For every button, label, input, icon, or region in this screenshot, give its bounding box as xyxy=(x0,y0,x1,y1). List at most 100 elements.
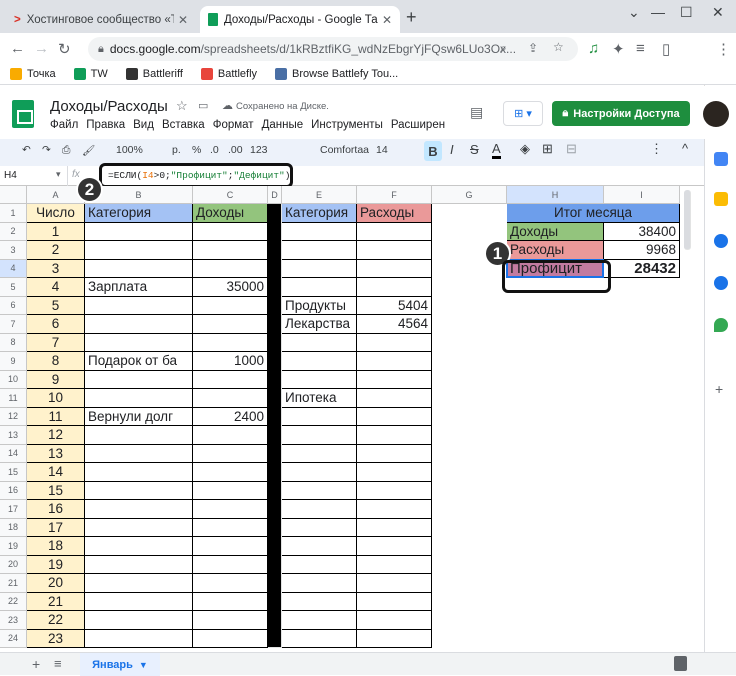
expense-amount-cell[interactable] xyxy=(357,592,432,611)
explore-icon[interactable] xyxy=(674,656,687,671)
vertical-scrollbar[interactable] xyxy=(684,190,691,250)
income-amount-cell[interactable] xyxy=(193,611,268,630)
income-amount-cell[interactable] xyxy=(193,315,268,334)
expense-category-cell[interactable] xyxy=(282,222,357,241)
close-tab-icon[interactable]: ✕ xyxy=(382,13,392,27)
header-income[interactable]: Доходы xyxy=(193,204,268,223)
menu-view[interactable]: Вид xyxy=(133,119,154,131)
row-header[interactable]: 9 xyxy=(0,352,27,371)
sheets-logo-icon[interactable] xyxy=(12,100,34,128)
income-category-cell[interactable] xyxy=(85,296,193,315)
more-options-icon[interactable]: ⋮ xyxy=(650,141,663,157)
number-cell[interactable]: 4 xyxy=(27,278,85,297)
expense-amount-cell[interactable] xyxy=(357,537,432,556)
increase-decimal-button[interactable]: .00 xyxy=(228,144,243,156)
add-addon-icon[interactable]: + xyxy=(715,381,723,397)
column-header[interactable]: E xyxy=(282,186,357,204)
income-category-cell[interactable] xyxy=(85,222,193,241)
share-icon[interactable]: ⇪ xyxy=(528,41,538,55)
income-amount-cell[interactable] xyxy=(193,370,268,389)
expense-category-cell[interactable] xyxy=(282,574,357,593)
spreadsheet-grid[interactable]: A B C D E F G H I 1 2 3 4 5 6 7 8 9 10 11 12 13 14 15 16 17 18 19 20… xyxy=(0,186,692,648)
header-number[interactable]: Число xyxy=(27,204,85,223)
expense-amount-cell[interactable] xyxy=(357,407,432,426)
income-category-cell[interactable] xyxy=(85,259,193,278)
bold-button[interactable]: B xyxy=(424,141,442,161)
expense-category-cell[interactable] xyxy=(282,259,357,278)
font-select[interactable]: Comfortaa xyxy=(320,144,369,156)
number-cell[interactable]: 23 xyxy=(27,629,85,648)
font-size-select[interactable]: 14 xyxy=(376,144,388,156)
expense-amount-cell[interactable] xyxy=(357,611,432,630)
tasks-icon[interactable] xyxy=(714,234,728,248)
summary-value[interactable]: 28432 xyxy=(604,259,680,278)
number-cell[interactable]: 10 xyxy=(27,389,85,408)
redo-icon[interactable]: ↷ xyxy=(42,144,51,156)
row-header[interactable]: 16 xyxy=(0,481,27,500)
number-cell[interactable]: 19 xyxy=(27,555,85,574)
income-amount-cell[interactable] xyxy=(193,574,268,593)
expense-amount-cell[interactable] xyxy=(357,555,432,574)
row-header[interactable]: 6 xyxy=(0,296,27,315)
row-header[interactable]: 19 xyxy=(0,537,27,556)
income-amount-cell[interactable] xyxy=(193,463,268,482)
expense-amount-cell[interactable] xyxy=(357,518,432,537)
back-icon[interactable]: ← xyxy=(10,40,25,57)
income-category-cell[interactable] xyxy=(85,592,193,611)
income-amount-cell[interactable] xyxy=(193,500,268,519)
income-category-cell[interactable] xyxy=(85,426,193,445)
row-header[interactable]: 24 xyxy=(0,629,27,648)
expense-category-cell[interactable] xyxy=(282,444,357,463)
row-header[interactable]: 2 xyxy=(0,222,27,241)
expense-amount-cell[interactable] xyxy=(357,241,432,260)
currency-format-button[interactable]: р. xyxy=(172,144,181,156)
income-category-cell[interactable] xyxy=(85,555,193,574)
expense-amount-value[interactable] xyxy=(357,389,432,408)
merge-cells-icon[interactable]: ⊟ xyxy=(566,141,577,157)
row-header[interactable]: 15 xyxy=(0,463,27,482)
income-amount-cell[interactable] xyxy=(193,296,268,315)
number-cell[interactable]: 9 xyxy=(27,370,85,389)
row-header[interactable]: 18 xyxy=(0,518,27,537)
number-cell[interactable]: 14 xyxy=(27,463,85,482)
row-header[interactable]: 7 xyxy=(0,315,27,334)
calendar-icon[interactable] xyxy=(714,152,728,166)
header-income-category[interactable]: Категория xyxy=(85,204,193,223)
new-tab-icon[interactable]: + xyxy=(406,7,417,28)
expense-amount-cell[interactable] xyxy=(357,481,432,500)
account-avatar[interactable] xyxy=(703,101,729,127)
formula-input[interactable]: =ЕСЛИ(I4>0;"Профицит";"Дефицит") xyxy=(99,163,293,188)
row-header[interactable]: 20 xyxy=(0,555,27,574)
expense-category-value[interactable]: Продукты xyxy=(282,296,357,315)
number-cell[interactable]: 6 xyxy=(27,315,85,334)
row-header[interactable]: 4 xyxy=(0,259,27,278)
strikethrough-button[interactable]: S xyxy=(470,142,479,157)
expense-amount-cell[interactable] xyxy=(357,259,432,278)
bookmark-item[interactable]: Browse Battlefy Tou... xyxy=(275,67,398,80)
menu-extensions[interactable]: Расширен xyxy=(391,119,445,131)
row-header[interactable]: 22 xyxy=(0,592,27,611)
expense-category-cell[interactable] xyxy=(282,426,357,445)
close-tab-icon[interactable]: ✕ xyxy=(178,13,188,27)
bookmark-item[interactable]: Точка xyxy=(10,67,56,80)
income-category-cell[interactable] xyxy=(85,537,193,556)
income-amount-cell[interactable] xyxy=(193,444,268,463)
income-category-cell[interactable] xyxy=(85,444,193,463)
income-amount-cell[interactable] xyxy=(193,481,268,500)
keep-icon[interactable] xyxy=(714,192,728,206)
expense-amount-value[interactable]: 4564 xyxy=(357,315,432,334)
row-header[interactable]: 21 xyxy=(0,574,27,593)
number-cell[interactable]: 13 xyxy=(27,444,85,463)
expense-amount-cell[interactable] xyxy=(357,352,432,371)
row-header[interactable]: 17 xyxy=(0,500,27,519)
expense-category-cell[interactable] xyxy=(282,370,357,389)
row-header[interactable]: 13 xyxy=(0,426,27,445)
contacts-icon[interactable] xyxy=(714,276,728,290)
sheet-tab-january[interactable]: Январь ▼ xyxy=(80,653,160,676)
paint-format-icon[interactable]: 🖌︎ xyxy=(82,144,95,157)
expense-category-cell[interactable] xyxy=(282,555,357,574)
header-expense-category[interactable]: Категория xyxy=(282,204,357,223)
income-amount-cell[interactable] xyxy=(193,259,268,278)
expense-amount-cell[interactable] xyxy=(357,444,432,463)
close-window-icon[interactable]: ✕ xyxy=(712,4,724,21)
